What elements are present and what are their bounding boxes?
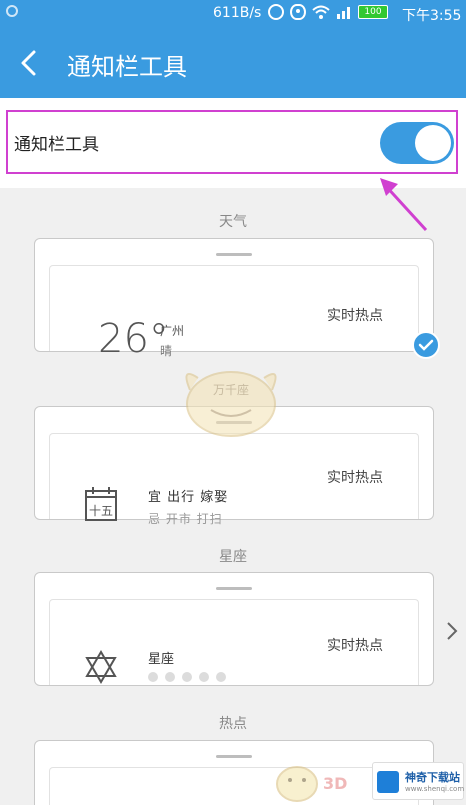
rating-dot	[199, 672, 209, 682]
horoscope-card[interactable]: 星座 实时热点	[34, 572, 434, 686]
rating-dot	[182, 672, 192, 682]
alarm-icon	[268, 4, 284, 20]
watermark-mascot: 万千座	[185, 371, 277, 437]
section-label-horoscope: 星座	[219, 549, 247, 565]
toggle-knob	[415, 125, 451, 161]
mascot-text: 万千座	[213, 382, 249, 397]
almanac-good: 宜 出行 嫁娶	[148, 490, 229, 505]
horoscope-title: 星座	[148, 652, 175, 667]
eye-icon	[290, 4, 306, 20]
weather-card[interactable]: 26° 广州 晴 实时热点	[34, 238, 434, 362]
rating-dot	[148, 672, 158, 682]
app-bar: 通知栏工具	[0, 28, 466, 98]
star-of-david-icon	[85, 650, 117, 684]
status-bar: 611B/s 100 下午3:55	[0, 0, 466, 28]
hot-topics-label: 实时热点	[327, 308, 383, 324]
drag-handle[interactable]	[216, 755, 252, 758]
drag-handle[interactable]	[216, 253, 252, 256]
toggle-label: 通知栏工具	[14, 135, 99, 155]
app-notification-icon	[6, 5, 18, 17]
brand-watermark: 神奇下载站 www.shenqi.com	[372, 762, 464, 800]
drag-handle[interactable]	[216, 587, 252, 590]
status-icons: 100	[268, 4, 388, 20]
hot-topics-label: 实时热点	[327, 638, 383, 654]
network-speed: 611B/s	[213, 5, 262, 21]
rating-dot	[216, 672, 226, 682]
weather-city: 广州	[160, 324, 185, 338]
section-label-hot: 热点	[219, 716, 247, 732]
brand-name: 神奇下载站	[405, 771, 460, 784]
hot-topics-label: 实时热点	[327, 470, 383, 486]
notification-tool-toggle[interactable]	[380, 122, 454, 164]
brand-url: www.shenqi.com	[405, 785, 465, 793]
almanac-bad: 忌 开市 打扫	[148, 512, 223, 526]
signal-icon	[336, 4, 352, 20]
selected-check-icon	[412, 331, 440, 359]
wifi-icon	[312, 4, 330, 20]
watermark-site-mark: 3D	[323, 774, 348, 793]
battery-icon: 100	[358, 5, 388, 19]
hot-topics-card-body	[49, 767, 419, 805]
chevron-left-icon	[21, 50, 36, 76]
brand-logo-icon	[377, 771, 399, 793]
chevron-right-icon[interactable]	[444, 620, 460, 642]
back-button[interactable]	[10, 43, 50, 83]
horoscope-rating	[148, 672, 226, 682]
rating-dot	[165, 672, 175, 682]
weather-temperature: 26°	[98, 316, 169, 362]
section-label-weather: 天气	[219, 214, 247, 230]
watermark-mascot-small	[276, 766, 318, 802]
calendar-icon: 十五	[85, 487, 117, 521]
clock: 下午3:55	[402, 8, 462, 24]
page-title: 通知栏工具	[67, 53, 187, 81]
calendar-day: 十五	[89, 504, 113, 518]
weather-condition: 晴	[160, 344, 173, 358]
